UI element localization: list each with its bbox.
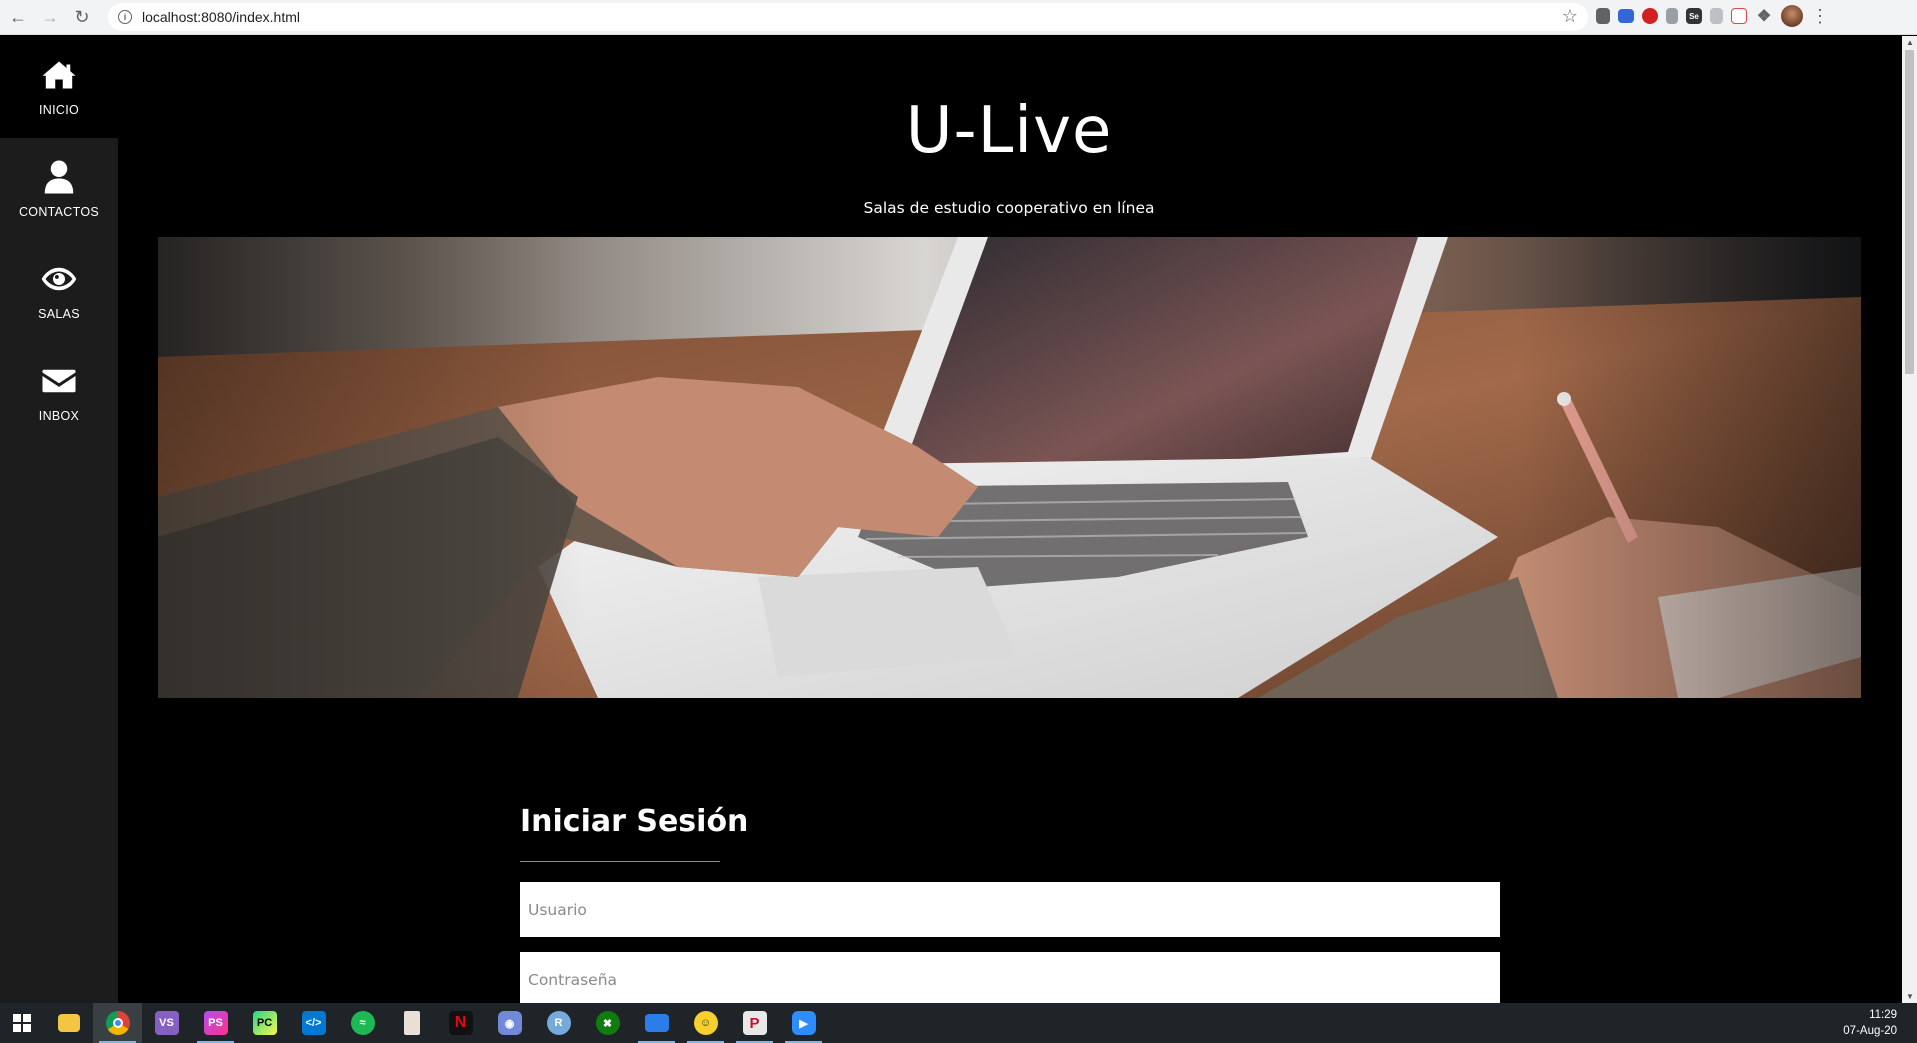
login-divider — [520, 861, 720, 862]
password-input[interactable] — [520, 952, 1500, 1003]
clock-date: 07-Aug-20 — [1843, 1025, 1897, 1037]
reload-icon[interactable]: ↻ — [66, 1, 98, 33]
calendar-extension-icon[interactable] — [1618, 9, 1634, 23]
sidebar-item-label: SALAS — [38, 307, 80, 321]
bookmark-star-icon[interactable]: ☆ — [1562, 6, 1578, 27]
windows-taskbar: VS PS PC </> ≈ N ◉ R ✖ ☺ P ▶ 11:29 07-Au… — [0, 1003, 1917, 1043]
back-arrow-icon[interactable]: ← — [2, 1, 34, 33]
scroll-up-arrow-icon[interactable]: ▲ — [1906, 38, 1914, 47]
pdf-extension-icon[interactable] — [1731, 8, 1747, 24]
xbox-icon[interactable]: ✖ — [583, 1003, 632, 1043]
chrome-icon[interactable] — [93, 1003, 142, 1043]
page-title: U-Live — [905, 94, 1113, 168]
scroll-thumb[interactable] — [1905, 50, 1914, 374]
document-extension-icon[interactable] — [1666, 8, 1678, 24]
shield-extension-icon[interactable] — [1596, 8, 1610, 24]
windows-start-icon[interactable] — [0, 1003, 44, 1043]
profile-avatar[interactable] — [1781, 5, 1803, 27]
sidebar-item-contactos[interactable]: CONTACTOS — [0, 138, 118, 240]
menu-kebab-icon[interactable]: ⋮ — [1811, 6, 1829, 27]
visual-studio-icon[interactable]: VS — [142, 1003, 191, 1043]
taskbar-clock[interactable]: 11:29 07-Aug-20 — [1843, 1007, 1897, 1039]
sidebar-item-label: INBOX — [38, 409, 80, 423]
browser-toolbar: ← → ↻ i localhost:8080/index.html ☆ Se ❖… — [0, 0, 1917, 35]
spotify-icon[interactable]: ≈ — [338, 1003, 387, 1043]
login-title: Iniciar Sesión — [520, 804, 749, 839]
popcorn-icon[interactable] — [387, 1003, 436, 1043]
extensions-puzzle-icon[interactable]: ❖ — [1755, 5, 1773, 27]
vscode-icon[interactable]: </> — [289, 1003, 338, 1043]
username-input[interactable] — [520, 882, 1500, 937]
sidebar-item-inicio[interactable]: INICIO — [0, 36, 118, 138]
opera-extension-icon[interactable] — [1642, 8, 1658, 24]
phpstorm-icon[interactable]: PS — [191, 1003, 240, 1043]
selenium-extension-icon[interactable]: Se — [1686, 8, 1702, 24]
emoji-icon[interactable]: ☺ — [681, 1003, 730, 1043]
discord-icon[interactable]: ◉ — [485, 1003, 534, 1043]
sidebar-item-label: INICIO — [39, 103, 79, 117]
pycharm-icon[interactable]: PC — [240, 1003, 289, 1043]
monitor-icon[interactable] — [632, 1003, 681, 1043]
address-bar[interactable]: i localhost:8080/index.html ☆ — [108, 3, 1588, 31]
user-icon — [44, 160, 74, 194]
zoom-icon[interactable]: ▶ — [779, 1003, 828, 1043]
envelope-icon — [42, 369, 76, 393]
scroll-down-arrow-icon[interactable]: ▼ — [1906, 992, 1914, 1001]
pinterest-icon[interactable]: P — [730, 1003, 779, 1043]
page-subtitle: Salas de estudio cooperativo en línea — [863, 199, 1155, 217]
sidebar: INICIO CONTACTOS SALAS INBOX — [0, 36, 118, 1003]
clock-time: 11:29 — [1869, 1009, 1897, 1021]
sidebar-item-label: CONTACTOS — [18, 205, 100, 219]
hero-image — [158, 237, 1861, 698]
login-form: Iniciar Sesión — [520, 804, 1500, 1003]
sidebar-item-inbox[interactable]: INBOX — [0, 342, 118, 444]
eye-icon — [41, 267, 77, 291]
address-url[interactable]: localhost:8080/index.html — [142, 9, 300, 25]
extensions-bar: Se ❖ ⋮ — [1596, 5, 1829, 27]
home-icon — [42, 61, 76, 89]
page-extension-icon[interactable] — [1710, 8, 1723, 24]
site-info-icon[interactable]: i — [118, 10, 132, 24]
page-viewport: INICIO CONTACTOS SALAS INBOX U-Live Sala… — [0, 36, 1917, 1003]
r-icon[interactable]: R — [534, 1003, 583, 1043]
page-scrollbar[interactable]: ▲ ▼ — [1902, 36, 1917, 1003]
sidebar-item-salas[interactable]: SALAS — [0, 240, 118, 342]
netflix-icon[interactable]: N — [436, 1003, 485, 1043]
file-explorer-icon[interactable] — [44, 1003, 93, 1043]
forward-arrow-icon[interactable]: → — [34, 1, 66, 33]
